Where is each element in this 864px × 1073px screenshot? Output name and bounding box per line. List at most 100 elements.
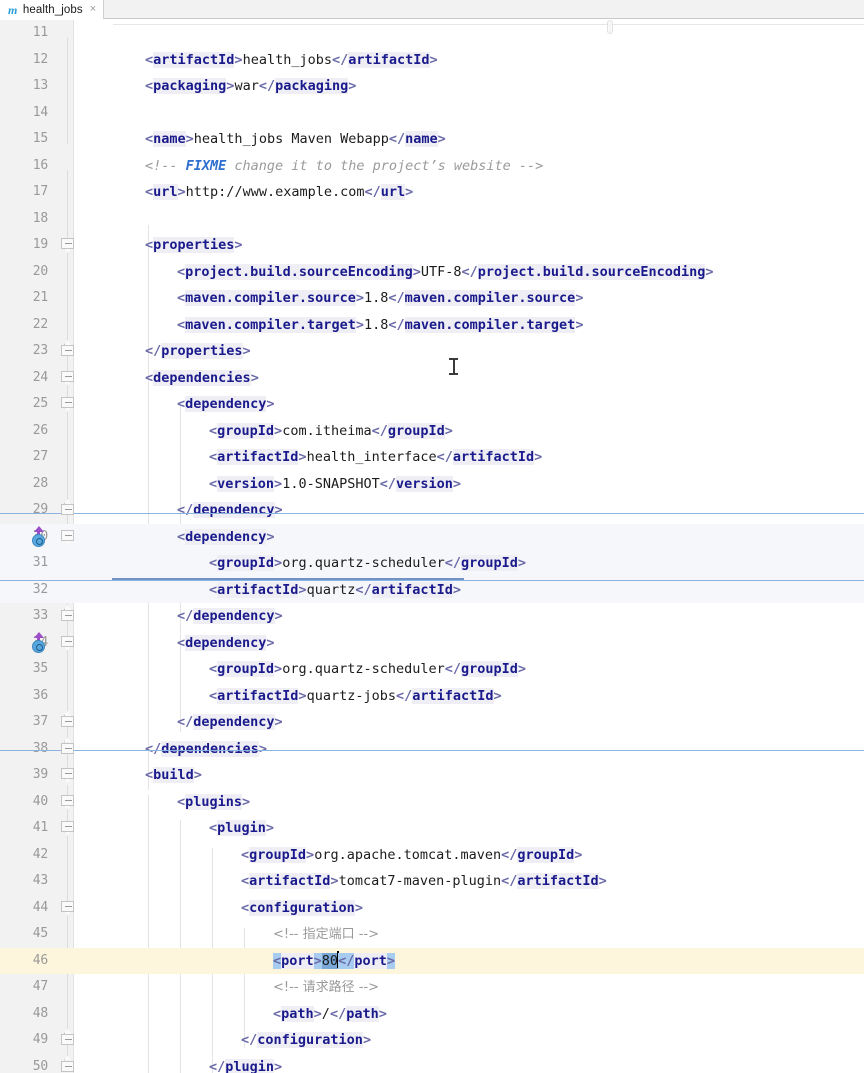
code-line[interactable]: 39 <build>	[0, 762, 864, 789]
code-line[interactable]: 29 </dependency>	[0, 497, 864, 524]
code-line[interactable]: 34<dependency>	[0, 630, 864, 657]
line-code[interactable]: <groupId>org.quartz-scheduler</groupId>	[209, 550, 526, 577]
line-code[interactable]: </dependency>	[177, 709, 283, 736]
line-number: 29	[32, 502, 48, 517]
code-line[interactable]: 40 <plugins>	[0, 789, 864, 816]
line-code[interactable]: <artifactId>quartz-jobs</artifactId>	[209, 683, 502, 710]
line-code[interactable]: <groupId>org.quartz-scheduler</groupId>	[209, 656, 526, 683]
line-code[interactable]: <maven.compiler.source>1.8</maven.compil…	[177, 285, 583, 312]
fold-start-marker[interactable]	[61, 768, 74, 783]
code-line[interactable]: 15 <name>health_jobs Maven Webapp</name>	[0, 126, 864, 153]
code-line[interactable]: 11	[0, 20, 864, 47]
code-line[interactable]: 50 </plugin>	[0, 1054, 864, 1073]
line-code[interactable]: <!-- FIXME change it to the project’s we…	[145, 153, 543, 180]
code-line[interactable]: 33 </dependency>	[0, 603, 864, 630]
code-line[interactable]: 49 </configuration>	[0, 1027, 864, 1054]
code-line[interactable]: 27 <artifactId>health_interface</artifact…	[0, 444, 864, 471]
code-line[interactable]: 20 <project.build.sourceEncoding>UTF-8</p…	[0, 259, 864, 286]
line-code[interactable]: <maven.compiler.target>1.8</maven.compil…	[177, 312, 583, 339]
line-code[interactable]: <dependency>	[177, 630, 275, 657]
line-code[interactable]: <project.build.sourceEncoding>UTF-8</pro…	[177, 259, 713, 286]
fold-start-marker[interactable]	[61, 635, 74, 651]
line-code[interactable]: <groupId>com.itheima</groupId>	[209, 418, 453, 445]
fold-start-marker[interactable]	[61, 821, 74, 836]
code-line[interactable]: 13 <packaging>war</packaging>	[0, 73, 864, 100]
code-line[interactable]: 44 <configuration>	[0, 895, 864, 922]
code-line[interactable]: 43 <artifactId>tomcat7-maven-plugin</arti…	[0, 868, 864, 895]
line-code[interactable]: <dependency>	[177, 391, 275, 418]
line-code[interactable]: <plugins>	[177, 789, 250, 816]
fold-end-marker[interactable]	[61, 605, 74, 624]
line-code[interactable]: </dependencies>	[145, 736, 267, 763]
code-line[interactable]: 37 </dependency>	[0, 709, 864, 736]
line-code[interactable]: <path>/</path>	[273, 1001, 387, 1028]
line-code[interactable]: <configuration>	[241, 895, 363, 922]
line-code[interactable]: <version>1.0-SNAPSHOT</version>	[209, 471, 461, 498]
code-line[interactable]: 24 <dependencies>	[0, 365, 864, 392]
dependency-update-available-icon[interactable]	[29, 525, 47, 548]
code-editor[interactable]: 11 12 <artifactId>health_jobs</artifactId>…	[0, 20, 864, 1073]
line-code[interactable]: <artifactId>tomcat7-maven-plugin</artifa…	[241, 868, 607, 895]
line-code[interactable]: <!-- 请求路径 -->	[273, 974, 379, 1002]
line-code[interactable]: </dependency>	[177, 603, 283, 630]
line-code[interactable]: <properties>	[145, 232, 243, 259]
line-code[interactable]: </configuration>	[241, 1027, 371, 1054]
code-line[interactable]: 18	[0, 206, 864, 233]
dependency-update-available-icon[interactable]	[29, 631, 47, 654]
code-line[interactable]: 16 <!-- FIXME change it to the project’s …	[0, 153, 864, 180]
line-code[interactable]: <plugin>	[209, 815, 274, 842]
line-code[interactable]: </properties>	[145, 338, 251, 365]
fold-end-marker[interactable]	[61, 737, 74, 757]
line-code[interactable]: </dependency>	[177, 497, 283, 524]
fold-end-marker[interactable]	[61, 340, 74, 359]
code-line[interactable]: 46 <port>80</port>	[0, 947, 864, 975]
code-line[interactable]: 45 <!-- 指定端口 -->	[0, 921, 864, 948]
fold-start-marker[interactable]	[61, 238, 74, 253]
code-line[interactable]: 23 </properties>	[0, 338, 864, 365]
fold-start-marker[interactable]	[61, 900, 74, 916]
tab-health-jobs[interactable]: m health_jobs ×	[0, 0, 105, 19]
fold-start-marker[interactable]	[61, 529, 74, 545]
code-line[interactable]: 47 <!-- 请求路径 -->	[0, 974, 864, 1001]
fold-start-marker[interactable]	[61, 794, 74, 810]
fold-end-marker[interactable]	[61, 711, 74, 730]
code-line[interactable]: 31 <groupId>org.quartz-scheduler</groupId…	[0, 550, 864, 577]
line-code[interactable]: </plugin>	[209, 1054, 282, 1073]
fold-end-marker[interactable]	[61, 1029, 74, 1048]
line-code[interactable]: <build>	[145, 762, 202, 789]
line-code[interactable]: <packaging>war</packaging>	[145, 73, 356, 100]
line-background	[0, 391, 864, 418]
line-code[interactable]: <dependency>	[177, 524, 275, 551]
code-line[interactable]: 38 </dependencies>	[0, 736, 864, 763]
code-line[interactable]: 26 <groupId>com.itheima</groupId>	[0, 418, 864, 445]
fold-end-marker[interactable]	[61, 499, 74, 518]
line-code[interactable]: <port>80</port>	[273, 948, 395, 975]
code-line[interactable]: 36 <artifactId>quartz-jobs</artifactId>	[0, 683, 864, 710]
code-line[interactable]: 17 <url>http://www.example.com</url>	[0, 179, 864, 206]
code-line[interactable]: 14	[0, 100, 864, 127]
fold-start-marker[interactable]	[61, 370, 74, 386]
line-number: 15	[32, 131, 48, 146]
code-line[interactable]: 28 <version>1.0-SNAPSHOT</version>	[0, 471, 864, 498]
block-highlight-top-rule	[0, 513, 864, 514]
line-code[interactable]: <dependencies>	[145, 365, 259, 392]
code-line[interactable]: 48 <path>/</path>	[0, 1001, 864, 1028]
line-code[interactable]: <!-- 指定端口 -->	[273, 921, 379, 949]
code-line[interactable]: 12 <artifactId>health_jobs</artifactId>	[0, 47, 864, 74]
code-line[interactable]: 42 <groupId>org.apache.tomcat.maven</grou…	[0, 842, 864, 869]
code-line[interactable]: 41 <plugin>	[0, 815, 864, 842]
code-line[interactable]: 35 <groupId>org.quartz-scheduler</groupId…	[0, 656, 864, 683]
fold-end-marker[interactable]	[61, 1055, 74, 1073]
code-line[interactable]: 22 <maven.compiler.target>1.8</maven.comp…	[0, 312, 864, 339]
line-code[interactable]: <name>health_jobs Maven Webapp</name>	[145, 126, 446, 153]
code-line[interactable]: 30<dependency>	[0, 523, 864, 551]
code-line[interactable]: 21 <maven.compiler.source>1.8</maven.comp…	[0, 285, 864, 312]
line-code[interactable]: <artifactId>health_jobs</artifactId>	[145, 47, 438, 74]
code-line[interactable]: 19 <properties>	[0, 232, 864, 259]
close-icon[interactable]: ×	[90, 4, 96, 15]
code-line[interactable]: 25 <dependency>	[0, 391, 864, 418]
fold-start-marker[interactable]	[61, 397, 74, 412]
line-code[interactable]: <url>http://www.example.com</url>	[145, 179, 413, 206]
line-code[interactable]: <groupId>org.apache.tomcat.maven</groupI…	[241, 842, 582, 869]
line-code[interactable]: <artifactId>health_interface</artifactId…	[209, 444, 542, 471]
